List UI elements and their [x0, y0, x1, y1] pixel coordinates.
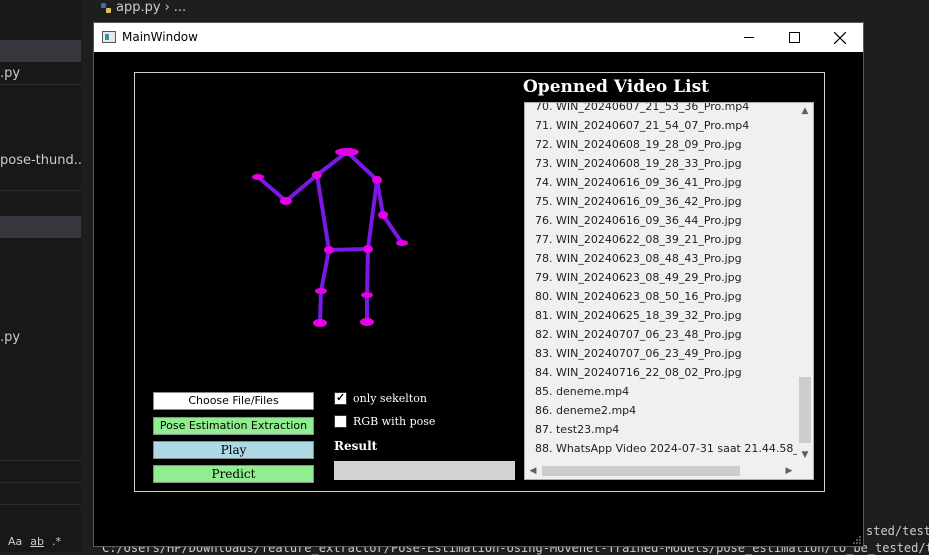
content-frame: Openned Video List 70. WIN_20240607_21_5… [134, 72, 825, 492]
result-field [334, 461, 515, 480]
match-case-toggle[interactable]: Aa [8, 535, 22, 548]
sidebar-divider [0, 504, 81, 505]
video-list-items: 70. WIN_20240607_21_53_36_Pro.mp4 71. WIN… [525, 103, 799, 458]
sidebar-divider [0, 84, 81, 85]
video-list-item[interactable]: 77. WIN_20240622_08_39_21_Pro.jpg [525, 230, 799, 249]
video-list-item[interactable]: 85. deneme.mp4 [525, 382, 799, 401]
video-list-item[interactable]: 72. WIN_20240608_19_28_09_Pro.jpg [525, 135, 799, 154]
sidebar-divider [0, 460, 81, 461]
choose-files-button[interactable]: Choose File/Files [153, 392, 314, 410]
video-list-item[interactable]: 74. WIN_20240616_09_36_41_Pro.jpg [525, 173, 799, 192]
result-label: Result [334, 439, 378, 453]
rgb-with-pose-option[interactable]: RGB with pose [334, 413, 435, 429]
minimize-button[interactable] [727, 23, 772, 52]
video-list-item[interactable]: 81. WIN_20240625_18_39_32_Pro.jpg [525, 306, 799, 325]
video-list-item[interactable]: 87. test23.mp4 [525, 420, 799, 439]
scroll-left-icon[interactable]: ◀ [525, 463, 541, 479]
regex-toggle[interactable]: .* [52, 535, 61, 548]
breadcrumb-file[interactable]: app.py [116, 0, 161, 16]
video-list-item[interactable]: 70. WIN_20240607_21_53_36_Pro.mp4 [525, 103, 799, 116]
maximize-icon [789, 32, 800, 43]
minimize-icon [744, 37, 754, 38]
video-list-item[interactable]: 78. WIN_20240623_08_48_43_Pro.jpg [525, 249, 799, 268]
scroll-down-icon[interactable]: ▼ [797, 447, 813, 463]
skeleton-joints [252, 148, 408, 327]
video-list-item[interactable]: 80. WIN_20240623_08_50_16_Pro.jpg [525, 287, 799, 306]
only-skeleton-label: only sekelton [353, 391, 427, 405]
pose-skeleton-view [252, 148, 408, 327]
play-button[interactable]: Play [153, 441, 314, 459]
python-file-icon [101, 3, 111, 13]
video-list-item[interactable]: 88. WhatsApp Video 2024-07-31 saat 21.44… [525, 439, 799, 458]
video-list[interactable]: 70. WIN_20240607_21_53_36_Pro.mp4 71. WIN… [524, 102, 814, 480]
main-window: MainWindow Openned Video List 70. WIN_20… [93, 22, 864, 547]
sidebar-highlight[interactable] [0, 216, 81, 238]
find-options: Aa ab .* [8, 535, 61, 548]
title-bar[interactable]: MainWindow [94, 23, 863, 52]
video-list-item[interactable]: 82. WIN_20240707_06_23_48_Pro.jpg [525, 325, 799, 344]
window-title: MainWindow [122, 30, 198, 44]
video-list-item[interactable]: 75. WIN_20240616_09_36_42_Pro.jpg [525, 192, 799, 211]
breadcrumb-more[interactable]: ... [174, 0, 186, 16]
video-list-item[interactable]: 76. WIN_20240616_09_36_44_Pro.jpg [525, 211, 799, 230]
video-list-item[interactable]: 86. deneme2.mp4 [525, 401, 799, 420]
vertical-scrollbar[interactable]: ▲ ▼ [797, 103, 813, 463]
sidebar-divider [0, 482, 81, 483]
sidebar-divider [0, 190, 81, 191]
terminal-line-right: sted/test [866, 524, 929, 538]
sidebar-file-3[interactable]: .py [0, 327, 81, 349]
breadcrumb[interactable]: app.py › ... [100, 0, 186, 16]
close-icon [833, 31, 846, 44]
horizontal-scrollbar[interactable]: ◀ ▶ [525, 463, 813, 479]
explorer-sidebar: .py pose-thund... .py [0, 0, 81, 552]
video-list-item[interactable]: 83. WIN_20240707_06_23_49_Pro.jpg [525, 344, 799, 363]
video-list-title: Openned Video List [523, 77, 709, 97]
maximize-button[interactable] [772, 23, 817, 52]
video-list-item[interactable]: 79. WIN_20240623_08_49_29_Pro.jpg [525, 268, 799, 287]
rgb-with-pose-checkbox[interactable] [334, 414, 347, 428]
sidebar-highlight[interactable] [0, 40, 81, 62]
horizontal-scroll-thumb[interactable] [542, 466, 740, 476]
sidebar-file-1[interactable]: .py [0, 63, 81, 85]
only-skeleton-checkbox[interactable] [334, 391, 347, 405]
sidebar-file-2[interactable]: pose-thund... [0, 150, 81, 172]
app-icon [102, 31, 116, 43]
video-list-item[interactable]: 73. WIN_20240608_19_28_33_Pro.jpg [525, 154, 799, 173]
video-list-item[interactable]: 71. WIN_20240607_21_54_07_Pro.mp4 [525, 116, 799, 135]
chevron-right-icon: › [164, 0, 170, 15]
vertical-scroll-thumb[interactable] [799, 377, 811, 443]
only-skeleton-option[interactable]: only sekelton [334, 390, 427, 406]
close-button[interactable] [817, 23, 862, 52]
predict-button[interactable]: Predict [153, 465, 314, 483]
rgb-with-pose-label: RGB with pose [353, 414, 436, 428]
scroll-right-icon[interactable]: ▶ [781, 463, 797, 479]
match-word-toggle[interactable]: ab [30, 535, 44, 548]
pose-estimation-button[interactable]: Pose Estimation Extraction [153, 417, 314, 435]
resize-grip-icon[interactable] [853, 536, 861, 544]
scroll-up-icon[interactable]: ▲ [797, 103, 813, 119]
video-list-item[interactable]: 84. WIN_20240716_22_08_02_Pro.jpg [525, 363, 799, 382]
